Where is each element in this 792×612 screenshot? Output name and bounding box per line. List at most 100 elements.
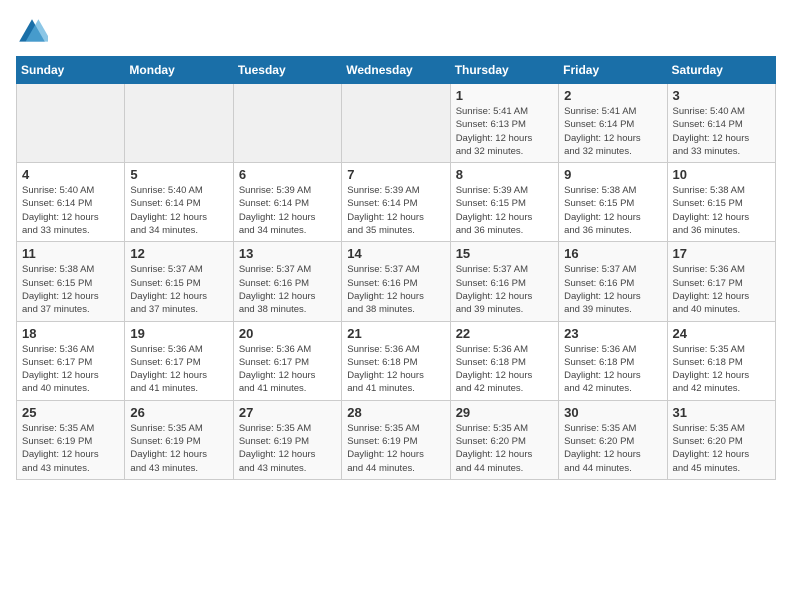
calendar-cell: 2 Sunrise: 5:41 AM Sunset: 6:14 PM Daylig… [559,84,667,163]
calendar-cell: 20 Sunrise: 5:36 AM Sunset: 6:17 PM Dayli… [233,321,341,400]
day-info: Sunrise: 5:35 AM Sunset: 6:19 PM Dayligh… [347,422,444,475]
day-number: 14 [347,246,444,261]
day-number: 22 [456,326,553,341]
day-info: Sunrise: 5:40 AM Sunset: 6:14 PM Dayligh… [130,184,227,237]
day-number: 4 [22,167,119,182]
day-number: 21 [347,326,444,341]
day-number: 13 [239,246,336,261]
day-info: Sunrise: 5:40 AM Sunset: 6:14 PM Dayligh… [673,105,770,158]
day-number: 24 [673,326,770,341]
calendar-cell: 23 Sunrise: 5:36 AM Sunset: 6:18 PM Dayli… [559,321,667,400]
day-info: Sunrise: 5:37 AM Sunset: 6:16 PM Dayligh… [564,263,661,316]
calendar-cell: 12 Sunrise: 5:37 AM Sunset: 6:15 PM Dayli… [125,242,233,321]
calendar-week-5: 25Sunrise: 5:35 AM Sunset: 6:19 PM Dayli… [17,400,776,479]
calendar-cell: 31 Sunrise: 5:35 AM Sunset: 6:20 PM Dayli… [667,400,775,479]
calendar-cell: 8Sunrise: 5:39 AM Sunset: 6:15 PM Daylig… [450,163,558,242]
day-number: 2 [564,88,661,103]
day-info: Sunrise: 5:35 AM Sunset: 6:19 PM Dayligh… [22,422,119,475]
calendar-cell: 25Sunrise: 5:35 AM Sunset: 6:19 PM Dayli… [17,400,125,479]
day-info: Sunrise: 5:39 AM Sunset: 6:14 PM Dayligh… [239,184,336,237]
calendar-cell: 29 Sunrise: 5:35 AM Sunset: 6:20 PM Dayli… [450,400,558,479]
day-number: 3 [673,88,770,103]
calendar-cell: 7Sunrise: 5:39 AM Sunset: 6:14 PM Daylig… [342,163,450,242]
calendar-week-4: 18Sunrise: 5:36 AM Sunset: 6:17 PM Dayli… [17,321,776,400]
day-number: 19 [130,326,227,341]
day-info: Sunrise: 5:35 AM Sunset: 6:18 PM Dayligh… [673,343,770,396]
day-number: 6 [239,167,336,182]
day-info: Sunrise: 5:35 AM Sunset: 6:20 PM Dayligh… [456,422,553,475]
calendar-week-2: 4 Sunrise: 5:40 AM Sunset: 6:14 PM Daylig… [17,163,776,242]
day-number: 8 [456,167,553,182]
calendar-cell [342,84,450,163]
day-info: Sunrise: 5:37 AM Sunset: 6:15 PM Dayligh… [130,263,227,316]
day-number: 9 [564,167,661,182]
calendar-cell: 3 Sunrise: 5:40 AM Sunset: 6:14 PM Daylig… [667,84,775,163]
calendar-week-1: 1 Sunrise: 5:41 AM Sunset: 6:13 PM Daylig… [17,84,776,163]
calendar-cell: 14Sunrise: 5:37 AM Sunset: 6:16 PM Dayli… [342,242,450,321]
calendar-cell [125,84,233,163]
day-number: 20 [239,326,336,341]
calendar-cell: 21 Sunrise: 5:36 AM Sunset: 6:18 PM Dayli… [342,321,450,400]
day-info: Sunrise: 5:35 AM Sunset: 6:20 PM Dayligh… [673,422,770,475]
day-info: Sunrise: 5:37 AM Sunset: 6:16 PM Dayligh… [239,263,336,316]
day-info: Sunrise: 5:38 AM Sunset: 6:15 PM Dayligh… [564,184,661,237]
day-info: Sunrise: 5:40 AM Sunset: 6:14 PM Dayligh… [22,184,119,237]
day-number: 27 [239,405,336,420]
calendar-week-3: 11Sunrise: 5:38 AM Sunset: 6:15 PM Dayli… [17,242,776,321]
day-info: Sunrise: 5:36 AM Sunset: 6:18 PM Dayligh… [564,343,661,396]
calendar-cell: 27 Sunrise: 5:35 AM Sunset: 6:19 PM Dayli… [233,400,341,479]
calendar-cell: 13 Sunrise: 5:37 AM Sunset: 6:16 PM Dayli… [233,242,341,321]
calendar-cell: 10Sunrise: 5:38 AM Sunset: 6:15 PM Dayli… [667,163,775,242]
weekday-header-wednesday: Wednesday [342,57,450,84]
day-number: 26 [130,405,227,420]
calendar-cell: 5Sunrise: 5:40 AM Sunset: 6:14 PM Daylig… [125,163,233,242]
calendar-cell: 24 Sunrise: 5:35 AM Sunset: 6:18 PM Dayli… [667,321,775,400]
weekday-header-sunday: Sunday [17,57,125,84]
day-info: Sunrise: 5:36 AM Sunset: 6:17 PM Dayligh… [673,263,770,316]
weekday-header-row: SundayMondayTuesdayWednesdayThursdayFrid… [17,57,776,84]
logo-icon [16,16,48,48]
day-number: 15 [456,246,553,261]
day-info: Sunrise: 5:41 AM Sunset: 6:13 PM Dayligh… [456,105,553,158]
day-number: 7 [347,167,444,182]
day-number: 17 [673,246,770,261]
weekday-header-monday: Monday [125,57,233,84]
weekday-header-saturday: Saturday [667,57,775,84]
calendar-cell: 18Sunrise: 5:36 AM Sunset: 6:17 PM Dayli… [17,321,125,400]
day-info: Sunrise: 5:36 AM Sunset: 6:18 PM Dayligh… [456,343,553,396]
calendar-cell: 4 Sunrise: 5:40 AM Sunset: 6:14 PM Daylig… [17,163,125,242]
day-info: Sunrise: 5:36 AM Sunset: 6:18 PM Dayligh… [347,343,444,396]
day-number: 30 [564,405,661,420]
day-number: 29 [456,405,553,420]
day-number: 16 [564,246,661,261]
calendar-cell: 30Sunrise: 5:35 AM Sunset: 6:20 PM Dayli… [559,400,667,479]
calendar-table: SundayMondayTuesdayWednesdayThursdayFrid… [16,56,776,480]
weekday-header-thursday: Thursday [450,57,558,84]
calendar-cell: 1 Sunrise: 5:41 AM Sunset: 6:13 PM Daylig… [450,84,558,163]
day-number: 1 [456,88,553,103]
day-info: Sunrise: 5:35 AM Sunset: 6:19 PM Dayligh… [239,422,336,475]
day-number: 23 [564,326,661,341]
calendar-cell: 15 Sunrise: 5:37 AM Sunset: 6:16 PM Dayli… [450,242,558,321]
header [16,16,776,48]
calendar-cell [233,84,341,163]
calendar-cell: 19 Sunrise: 5:36 AM Sunset: 6:17 PM Dayli… [125,321,233,400]
day-info: Sunrise: 5:35 AM Sunset: 6:19 PM Dayligh… [130,422,227,475]
calendar-cell: 28 Sunrise: 5:35 AM Sunset: 6:19 PM Dayli… [342,400,450,479]
day-info: Sunrise: 5:36 AM Sunset: 6:17 PM Dayligh… [239,343,336,396]
logo [16,16,52,48]
day-number: 31 [673,405,770,420]
day-number: 28 [347,405,444,420]
day-info: Sunrise: 5:36 AM Sunset: 6:17 PM Dayligh… [130,343,227,396]
calendar-cell: 11Sunrise: 5:38 AM Sunset: 6:15 PM Dayli… [17,242,125,321]
weekday-header-friday: Friday [559,57,667,84]
day-info: Sunrise: 5:36 AM Sunset: 6:17 PM Dayligh… [22,343,119,396]
day-info: Sunrise: 5:41 AM Sunset: 6:14 PM Dayligh… [564,105,661,158]
day-info: Sunrise: 5:38 AM Sunset: 6:15 PM Dayligh… [673,184,770,237]
day-number: 12 [130,246,227,261]
calendar-cell [17,84,125,163]
day-number: 11 [22,246,119,261]
day-info: Sunrise: 5:37 AM Sunset: 6:16 PM Dayligh… [456,263,553,316]
calendar-cell: 26 Sunrise: 5:35 AM Sunset: 6:19 PM Dayli… [125,400,233,479]
calendar-cell: 22 Sunrise: 5:36 AM Sunset: 6:18 PM Dayli… [450,321,558,400]
